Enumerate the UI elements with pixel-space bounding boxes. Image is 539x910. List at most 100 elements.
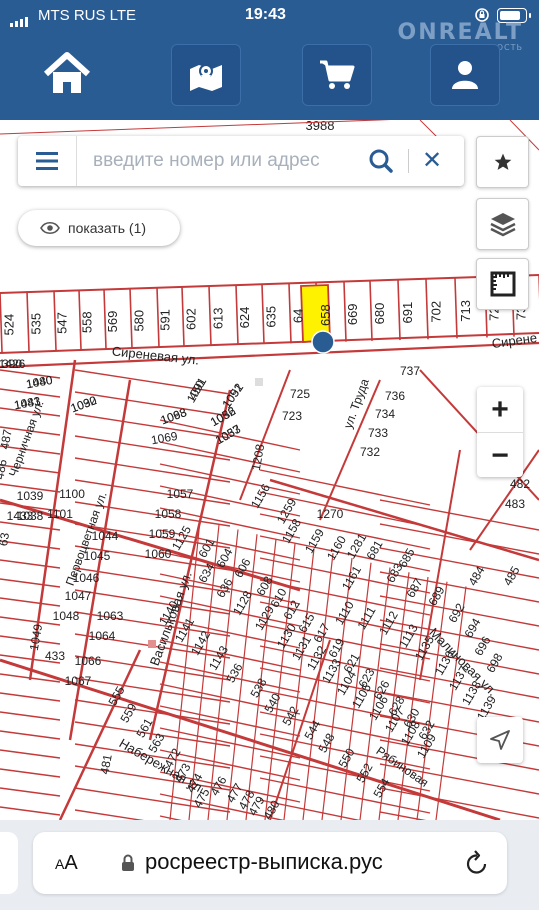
parcel-number: 1066 bbox=[75, 654, 102, 668]
parcel-number: 552 bbox=[353, 761, 375, 786]
menu-button[interactable] bbox=[18, 136, 77, 186]
layers-icon bbox=[489, 213, 516, 237]
parcel-number: 602 bbox=[184, 308, 199, 330]
parcel-number: 624 bbox=[237, 307, 252, 329]
parcel-number: 482 bbox=[510, 477, 530, 491]
parcel-number: 580 bbox=[132, 310, 147, 332]
parcel-number: 1111 bbox=[354, 604, 378, 632]
eye-icon bbox=[40, 221, 60, 238]
parcel-number: 732 bbox=[360, 445, 380, 459]
parcel-number: 1433 bbox=[7, 509, 34, 523]
parcel-number: 713 bbox=[458, 300, 473, 322]
parcel-number: 547 bbox=[55, 312, 70, 334]
parcel-number: 702 bbox=[429, 301, 444, 323]
cart-button[interactable] bbox=[302, 44, 372, 106]
parcel-number: 692 bbox=[445, 601, 467, 626]
zoom-out-button[interactable]: − bbox=[477, 433, 523, 478]
cart-icon bbox=[320, 60, 355, 89]
parcel-number: 1156 bbox=[248, 481, 273, 511]
parcel-number: 1067 bbox=[65, 674, 92, 688]
parcel-number: 723 bbox=[282, 409, 302, 423]
parcel-number: 680 bbox=[372, 303, 387, 325]
parcel-number: 1101 bbox=[47, 507, 73, 521]
parcel-number: 1110 bbox=[332, 598, 357, 627]
parcel-number: 1057 bbox=[167, 487, 194, 501]
clear-search-button[interactable]: ✕ bbox=[422, 146, 442, 175]
street-label: Сиреневая ул. bbox=[111, 343, 200, 367]
parcel-number: 1092 bbox=[219, 380, 246, 410]
zoom-in-button[interactable]: + bbox=[477, 387, 523, 433]
zoom-control: + − bbox=[477, 387, 523, 477]
parcel-number: 1039 bbox=[17, 489, 44, 503]
parcel-number: 1093 bbox=[159, 405, 189, 427]
parcel-number: 1058 bbox=[155, 507, 182, 521]
parcel-number: 736 bbox=[385, 389, 405, 403]
parcel-number: 1208 bbox=[249, 443, 267, 472]
previous-tab-peek[interactable] bbox=[0, 832, 18, 894]
parcel-number: 613 bbox=[211, 307, 226, 329]
parcel-number: 64 bbox=[291, 309, 306, 323]
parcel-number: 1048 bbox=[53, 609, 80, 623]
parcel-number: 698 bbox=[483, 651, 505, 676]
parcel-number: 433 bbox=[45, 649, 65, 663]
parcel-number: 1064 bbox=[89, 629, 116, 643]
home-button[interactable] bbox=[33, 44, 101, 104]
parcel-number: 725 bbox=[290, 387, 310, 401]
parcel-number: 1161 bbox=[339, 563, 364, 593]
parcel-number: 1090 bbox=[69, 393, 99, 415]
parcel-number: 691 bbox=[400, 302, 415, 324]
parcel-number: 1063 bbox=[97, 609, 124, 623]
parcel-number: 569 bbox=[105, 311, 120, 333]
clock: 19:43 bbox=[245, 6, 286, 23]
parcel-number: 734 bbox=[375, 407, 395, 421]
url-text: росреестр-выписка.рус bbox=[145, 849, 383, 874]
show-label: показать (1) bbox=[68, 220, 147, 236]
parcel-number: 542 bbox=[279, 704, 301, 729]
map-marker bbox=[148, 640, 156, 648]
locate-me-button[interactable] bbox=[477, 717, 523, 763]
measure-button[interactable] bbox=[476, 258, 529, 310]
parcel-number: 63 bbox=[0, 531, 12, 547]
parcel-number: 1270 bbox=[317, 507, 344, 521]
parcel-number: 733 bbox=[368, 426, 388, 440]
show-selected-button[interactable]: показать (1) bbox=[18, 210, 180, 246]
parcel-number: 485 bbox=[500, 564, 522, 589]
parcel-number: 1060 bbox=[145, 547, 172, 561]
map-marker bbox=[255, 378, 263, 386]
parcel-number: 1160 bbox=[324, 533, 349, 563]
search-input[interactable]: введите номер или адрес bbox=[93, 150, 320, 172]
parcel-number: 619 bbox=[325, 636, 347, 661]
profile-button[interactable] bbox=[430, 44, 500, 106]
parcel-number: 1059 bbox=[149, 527, 176, 541]
address-bar[interactable]: AA росреестр-выписка.рус bbox=[33, 832, 507, 894]
layers-button[interactable] bbox=[476, 198, 529, 250]
parcel-number: 536 bbox=[223, 661, 245, 686]
reload-icon[interactable] bbox=[465, 850, 489, 881]
parcel-number: 524 bbox=[2, 314, 17, 336]
parcel-number: 558 bbox=[80, 311, 95, 333]
user-icon bbox=[452, 61, 478, 89]
parcel-number: 1049 bbox=[27, 623, 45, 652]
parcel-number: 548 bbox=[315, 731, 337, 756]
top-navigation: ONREALTНЕДВИЖИМОСТЬ bbox=[0, 20, 539, 120]
parcel-number: 535 bbox=[29, 313, 44, 335]
divider bbox=[408, 149, 409, 173]
parcel-number: 1047 bbox=[65, 589, 92, 603]
street-label: ул. Труда bbox=[341, 377, 372, 431]
parcel-number: 1159 bbox=[302, 526, 327, 556]
parcel-number: 538 bbox=[247, 676, 269, 701]
map-pin-icon bbox=[190, 64, 222, 91]
menu-icon bbox=[36, 152, 58, 170]
parcel-number: 483 bbox=[505, 497, 525, 511]
parcel-number: 737 bbox=[400, 364, 420, 378]
favorites-button[interactable] bbox=[476, 136, 529, 188]
ruler-icon bbox=[490, 271, 515, 297]
map-button[interactable] bbox=[171, 44, 241, 106]
search-bar: введите номер или адрес ✕ bbox=[18, 136, 464, 186]
reader-options-button[interactable]: AA bbox=[55, 852, 78, 875]
search-icon[interactable] bbox=[368, 148, 394, 179]
parcel-number: 1100 bbox=[59, 487, 85, 501]
street-label: Сирене bbox=[491, 330, 538, 351]
star-icon bbox=[494, 153, 511, 170]
navigation-arrow-icon bbox=[490, 730, 510, 750]
